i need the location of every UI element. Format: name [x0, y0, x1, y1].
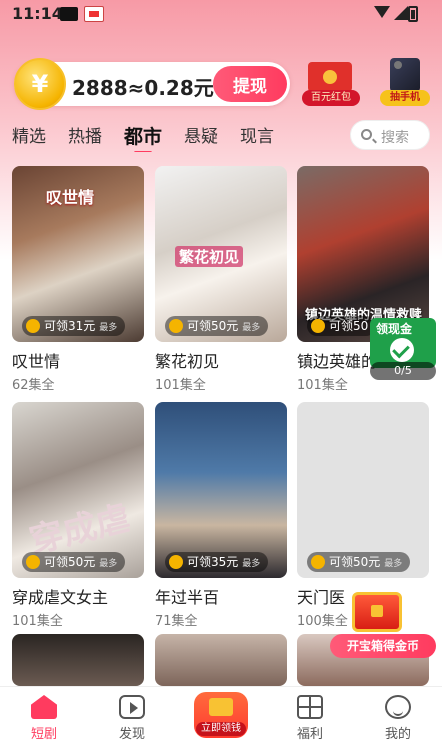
- red-packet-button[interactable]: 百元红包: [302, 60, 360, 106]
- drama-title[interactable]: 繁花初见: [155, 348, 287, 372]
- drama-card[interactable]: 穿成虐 可领50元 最多 穿成虐文女主 101集全: [12, 402, 144, 629]
- notification-mail-icon: [84, 6, 104, 22]
- drama-poster[interactable]: [12, 634, 144, 686]
- smile-icon: [385, 695, 411, 719]
- drama-card[interactable]: [155, 634, 287, 686]
- drama-title[interactable]: 年过半百: [155, 584, 287, 608]
- home-icon: [31, 695, 57, 719]
- red-envelope-icon: [308, 62, 352, 92]
- coin-icon: [169, 319, 183, 333]
- reward-badge: 可领35元 最多: [165, 552, 269, 572]
- drama-episodes: 101集全: [12, 614, 63, 629]
- claim-cash-label: 领现金: [376, 322, 413, 336]
- drama-title[interactable]: 穿成虐文女主: [12, 584, 144, 608]
- drama-card[interactable]: [12, 634, 144, 686]
- nav-discover[interactable]: 发现: [88, 687, 176, 746]
- red-envelope-icon: [209, 698, 233, 716]
- wifi-icon: [374, 6, 390, 18]
- status-bar: 11:14: [0, 0, 442, 28]
- tab-romance[interactable]: 现言: [240, 118, 274, 152]
- nav-label: 发现: [118, 727, 145, 742]
- poster-title-art: 叹世情: [46, 188, 95, 207]
- coin-icon: [311, 319, 325, 333]
- poster-title-art: 繁花初见: [175, 246, 244, 267]
- reward-badge: 可领50元 最多: [165, 316, 269, 336]
- drama-poster[interactable]: 镇边英雄的温情救赎 可领50: [297, 166, 429, 342]
- coin-icon: [311, 555, 325, 569]
- coin-icon: [26, 319, 40, 333]
- treasure-chest-widget[interactable]: [344, 584, 410, 636]
- nav-label: 我的: [384, 727, 411, 742]
- tab-hot[interactable]: 热播: [68, 118, 102, 152]
- coin-balance-bar[interactable]: ¥ 2888≈0.28元 提现: [14, 58, 290, 110]
- phone-icon: [390, 58, 420, 92]
- reward-badge: 可领50元 最多: [307, 552, 411, 572]
- nav-claim-money-button[interactable]: 立即领钱: [194, 692, 248, 738]
- drama-card[interactable]: 叹世情 可领31元 最多 叹世情 62集全: [12, 166, 144, 393]
- reward-badge: 可领50元 最多: [22, 552, 126, 572]
- tab-featured[interactable]: 精选: [12, 118, 46, 152]
- nav-short-drama[interactable]: 短剧: [0, 687, 88, 746]
- red-packet-label: 百元红包: [302, 90, 360, 106]
- nav-profile[interactable]: 我的: [354, 687, 442, 746]
- status-time: 11:14: [12, 4, 63, 23]
- drama-poster[interactable]: [155, 634, 287, 686]
- reward-badge: 可领31元 最多: [22, 316, 126, 336]
- gift-icon: [297, 695, 323, 719]
- drama-episodes: 62集全: [12, 378, 55, 393]
- signal-icon: [394, 6, 408, 20]
- drama-card[interactable]: 可领35元 最多 年过半百 71集全: [155, 402, 287, 629]
- play-square-icon: [119, 695, 145, 719]
- coin-balance-text: 2888≈0.28元: [72, 76, 214, 100]
- check-icon: [390, 338, 414, 362]
- drama-poster[interactable]: 可领50元 最多: [297, 402, 429, 578]
- nav-label: 福利: [296, 727, 323, 742]
- coin-icon: [169, 555, 183, 569]
- tab-suspense[interactable]: 悬疑: [184, 118, 218, 152]
- nav-label: 短剧: [30, 727, 57, 742]
- drama-card[interactable]: 繁花初见 可领50元 最多 繁花初见 101集全: [155, 166, 287, 393]
- open-chest-button[interactable]: 开宝箱得金币: [330, 634, 436, 658]
- drama-title[interactable]: 叹世情: [12, 348, 144, 372]
- category-tabs: 精选 热播 都市 悬疑 现言: [12, 118, 342, 152]
- drama-poster[interactable]: 可领35元 最多: [155, 402, 287, 578]
- nav-welfare[interactable]: 福利: [266, 687, 354, 746]
- drama-poster[interactable]: 穿成虐 可领50元 最多: [12, 402, 144, 578]
- reward-badge: 可领50: [307, 316, 377, 336]
- coin-icon: ¥: [14, 58, 66, 110]
- drama-episodes: 101集全: [155, 378, 206, 393]
- drama-poster[interactable]: 叹世情 可领31元 最多: [12, 166, 144, 342]
- drama-episodes: 71集全: [155, 614, 198, 629]
- battery-icon: [408, 6, 418, 22]
- coin-icon: [26, 555, 40, 569]
- notification-app-icon: [60, 7, 78, 21]
- tab-urban[interactable]: 都市: [124, 118, 162, 152]
- nav-label: 立即领钱: [196, 722, 246, 736]
- lottery-phone-label: 抽手机: [380, 90, 430, 106]
- claim-cash-progress: 0/5: [370, 362, 436, 380]
- withdraw-button[interactable]: 提现: [213, 66, 287, 102]
- claim-cash-widget[interactable]: 领现金: [370, 318, 436, 368]
- search-icon: [361, 129, 372, 140]
- drama-poster[interactable]: 繁花初见 可领50元 最多: [155, 166, 287, 342]
- search-label: 搜索: [381, 130, 409, 146]
- lottery-phone-button[interactable]: 抽手机: [376, 56, 434, 106]
- search-button[interactable]: 搜索: [350, 120, 430, 150]
- treasure-chest-icon: [352, 592, 402, 632]
